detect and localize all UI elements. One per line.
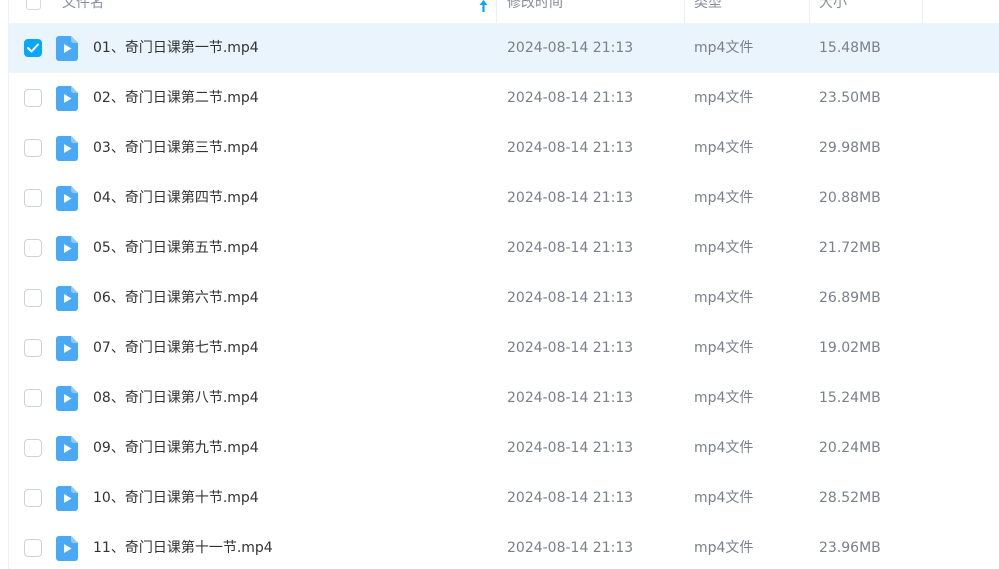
row-checkbox[interactable] <box>24 189 42 207</box>
file-name[interactable]: 08、奇门日课第八节.mp4 <box>93 373 259 423</box>
file-size: 20.88MB <box>819 190 881 206</box>
file-modified-time: 2024-08-14 21:13 <box>507 390 634 406</box>
file-name[interactable]: 04、奇门日课第四节.mp4 <box>93 173 259 223</box>
file-row[interactable]: 11、奇门日课第十一节.mp4 2024-08-14 21:13 mp4文件 23.9… <box>9 523 999 569</box>
column-header-modified[interactable]: 修改时间 <box>507 0 677 23</box>
file-modified-time: 2024-08-14 21:13 <box>507 440 634 456</box>
file-name[interactable]: 05、奇门日课第五节.mp4 <box>93 223 259 273</box>
file-modified-time: 2024-08-14 21:13 <box>507 340 634 356</box>
row-checkbox[interactable] <box>24 289 42 307</box>
file-type: mp4文件 <box>694 340 754 356</box>
file-row[interactable]: 04、奇门日课第四节.mp4 2024-08-14 21:13 mp4文件 20.88… <box>9 173 999 223</box>
row-checkbox[interactable] <box>24 139 42 157</box>
file-size: 19.02MB <box>819 340 881 356</box>
row-checkbox[interactable] <box>24 489 42 507</box>
file-row[interactable]: 05、奇门日课第五节.mp4 2024-08-14 21:13 mp4文件 21.72… <box>9 223 999 273</box>
file-name[interactable]: 07、奇门日课第七节.mp4 <box>93 323 259 373</box>
file-list-page: 文件名 修改时间 类型 大小 01、奇门日课第一节.mp4 2024-08-14 … <box>0 0 999 569</box>
file-size: 21.72MB <box>819 240 881 256</box>
file-name[interactable]: 06、奇门日课第六节.mp4 <box>93 273 259 323</box>
column-header-size[interactable]: 大小 <box>819 0 919 23</box>
video-file-icon <box>56 86 78 111</box>
file-size: 15.48MB <box>819 40 881 56</box>
file-row[interactable]: 06、奇门日课第六节.mp4 2024-08-14 21:13 mp4文件 26.89… <box>9 273 999 323</box>
file-size: 20.24MB <box>819 440 881 456</box>
file-size: 29.98MB <box>819 140 881 156</box>
file-size: 26.89MB <box>819 290 881 306</box>
video-file-icon <box>56 486 78 511</box>
file-name[interactable]: 09、奇门日课第九节.mp4 <box>93 423 259 473</box>
file-modified-time: 2024-08-14 21:13 <box>507 540 634 556</box>
column-header-size-label: 大小 <box>819 0 847 11</box>
file-modified-time: 2024-08-14 21:13 <box>507 190 634 206</box>
column-header-name-label: 文件名 <box>62 0 104 11</box>
file-type: mp4文件 <box>694 240 754 256</box>
file-list: 01、奇门日课第一节.mp4 2024-08-14 21:13 mp4文件 15.48… <box>9 23 999 569</box>
file-row[interactable]: 03、奇门日课第三节.mp4 2024-08-14 21:13 mp4文件 29.98… <box>9 123 999 173</box>
file-type: mp4文件 <box>694 490 754 506</box>
row-checkbox[interactable] <box>24 389 42 407</box>
column-divider[interactable] <box>922 0 923 23</box>
file-modified-time: 2024-08-14 21:13 <box>507 40 634 56</box>
file-list-header: 文件名 修改时间 类型 大小 <box>9 0 999 23</box>
column-header-name[interactable]: 文件名 <box>62 0 482 23</box>
video-file-icon <box>56 236 78 261</box>
video-file-icon <box>56 136 78 161</box>
file-modified-time: 2024-08-14 21:13 <box>507 240 634 256</box>
column-header-type-label: 类型 <box>694 0 722 11</box>
column-header-modified-label: 修改时间 <box>507 0 563 11</box>
video-file-icon <box>56 286 78 311</box>
column-divider[interactable] <box>809 0 810 23</box>
video-file-icon <box>56 36 78 61</box>
file-type: mp4文件 <box>694 540 754 556</box>
row-checkbox[interactable] <box>24 539 42 557</box>
video-file-icon <box>56 536 78 561</box>
file-name[interactable]: 11、奇门日课第十一节.mp4 <box>93 523 273 569</box>
file-row[interactable]: 10、奇门日课第十节.mp4 2024-08-14 21:13 mp4文件 28.52… <box>9 473 999 523</box>
file-type: mp4文件 <box>694 440 754 456</box>
sort-up-arrow-icon[interactable] <box>479 0 488 12</box>
row-checkbox[interactable] <box>24 89 42 107</box>
file-type: mp4文件 <box>694 140 754 156</box>
file-row[interactable]: 08、奇门日课第八节.mp4 2024-08-14 21:13 mp4文件 15.24… <box>9 373 999 423</box>
checkmark-icon <box>27 43 39 53</box>
file-row[interactable]: 02、奇门日课第二节.mp4 2024-08-14 21:13 mp4文件 23.50… <box>9 73 999 123</box>
column-divider[interactable] <box>496 0 497 23</box>
file-type: mp4文件 <box>694 290 754 306</box>
column-header-type[interactable]: 类型 <box>694 0 804 23</box>
file-name[interactable]: 02、奇门日课第二节.mp4 <box>93 73 259 123</box>
file-name[interactable]: 01、奇门日课第一节.mp4 <box>93 23 259 73</box>
file-name[interactable]: 03、奇门日课第三节.mp4 <box>93 123 259 173</box>
file-type: mp4文件 <box>694 90 754 106</box>
file-modified-time: 2024-08-14 21:13 <box>507 290 634 306</box>
file-name[interactable]: 10、奇门日课第十节.mp4 <box>93 473 259 523</box>
file-type: mp4文件 <box>694 390 754 406</box>
file-row[interactable]: 07、奇门日课第七节.mp4 2024-08-14 21:13 mp4文件 19.02… <box>9 323 999 373</box>
file-type: mp4文件 <box>694 40 754 56</box>
file-type: mp4文件 <box>694 190 754 206</box>
file-row[interactable]: 09、奇门日课第九节.mp4 2024-08-14 21:13 mp4文件 20.24… <box>9 423 999 473</box>
video-file-icon <box>56 436 78 461</box>
file-size: 23.50MB <box>819 90 881 106</box>
file-size: 23.96MB <box>819 540 881 556</box>
row-checkbox[interactable] <box>24 239 42 257</box>
file-row[interactable]: 01、奇门日课第一节.mp4 2024-08-14 21:13 mp4文件 15.48… <box>9 23 999 73</box>
video-file-icon <box>56 186 78 211</box>
row-checkbox[interactable] <box>24 339 42 357</box>
select-all-checkbox[interactable] <box>26 0 41 10</box>
video-file-icon <box>56 336 78 361</box>
file-modified-time: 2024-08-14 21:13 <box>507 90 634 106</box>
column-divider[interactable] <box>684 0 685 23</box>
row-checkbox[interactable] <box>24 439 42 457</box>
file-size: 28.52MB <box>819 490 881 506</box>
file-size: 15.24MB <box>819 390 881 406</box>
video-file-icon <box>56 386 78 411</box>
row-checkbox[interactable] <box>24 39 42 57</box>
file-modified-time: 2024-08-14 21:13 <box>507 140 634 156</box>
file-modified-time: 2024-08-14 21:13 <box>507 490 634 506</box>
